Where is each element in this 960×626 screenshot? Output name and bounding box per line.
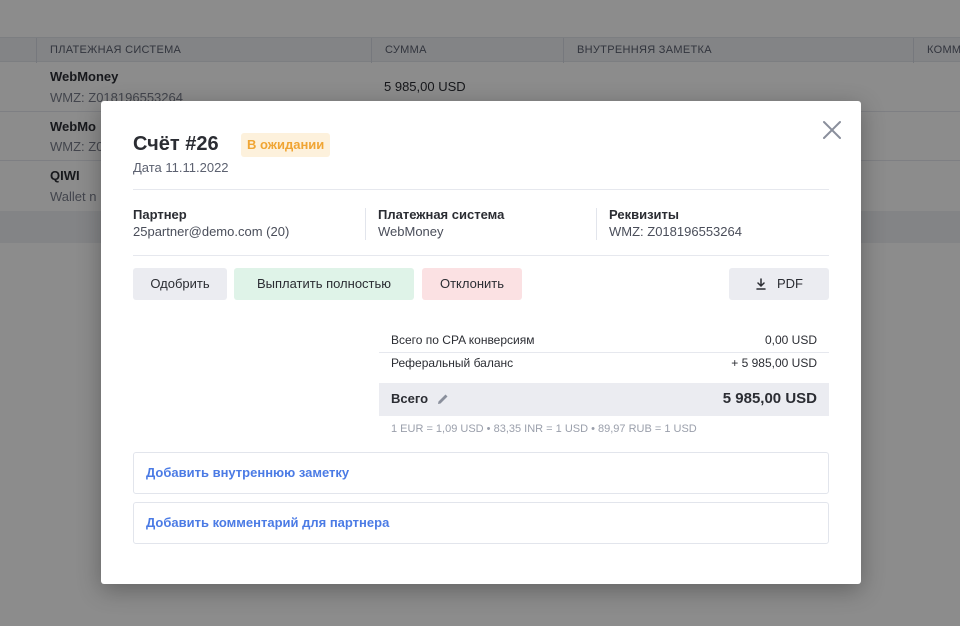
partner-label: Партнер: [133, 207, 187, 222]
summary-total-row: Всего 5 985,00 USD: [379, 383, 829, 416]
divider: [133, 255, 829, 256]
add-comment-box[interactable]: Добавить комментарий для партнера: [133, 502, 829, 544]
payment-system-info: Платежная система WebMoney: [378, 207, 504, 241]
total-value: 5 985,00 USD: [722, 390, 817, 407]
download-icon: [756, 278, 766, 290]
pdf-button[interactable]: PDF: [729, 268, 829, 300]
invoice-modal: Счёт #26 В ожидании Дата 11.11.2022 Парт…: [101, 101, 861, 584]
summary-cpa-row: Всего по CPA конверсиям 0,00 USD: [379, 333, 829, 353]
status-badge: В ожидании: [241, 133, 331, 157]
pay-full-button[interactable]: Выплатить полностью: [234, 268, 414, 300]
cpa-label: Всего по CPA конверсиям: [391, 333, 535, 347]
close-icon[interactable]: [821, 119, 843, 141]
approve-button[interactable]: Одобрить: [133, 268, 227, 300]
exchange-rates: 1 EUR = 1,09 USD • 83,35 INR = 1 USD • 8…: [391, 423, 697, 435]
ref-value: + 5 985,00 USD: [731, 356, 817, 370]
add-comment-link[interactable]: Добавить комментарий для партнера: [146, 515, 389, 530]
payment-system-value: WebMoney: [378, 224, 444, 239]
invoice-title: Счёт #26: [133, 133, 219, 155]
ref-label: Реферальный баланс: [391, 356, 514, 370]
divider: [133, 189, 829, 190]
requisites-label: Реквизиты: [609, 207, 679, 222]
divider: [365, 208, 366, 240]
divider: [596, 208, 597, 240]
add-note-box[interactable]: Добавить внутреннюю заметку: [133, 452, 829, 494]
add-note-link[interactable]: Добавить внутреннюю заметку: [146, 465, 349, 480]
requisites-info: Реквизиты WMZ: Z018196553264: [609, 207, 742, 241]
payment-system-label: Платежная система: [378, 207, 505, 222]
total-label: Всего: [391, 391, 429, 406]
reject-button[interactable]: Отклонить: [422, 268, 522, 300]
invoice-date: Дата 11.11.2022: [133, 160, 229, 175]
requisites-value: WMZ: Z018196553264: [609, 224, 742, 239]
pencil-icon[interactable]: [436, 392, 450, 406]
cpa-value: 0,00 USD: [764, 333, 817, 347]
pdf-label: PDF: [777, 276, 803, 291]
partner-value: 25partner@demo.com (20): [133, 224, 290, 239]
partner-info: Партнер 25partner@demo.com (20): [133, 207, 289, 241]
summary-ref-row: Реферальный баланс + 5 985,00 USD: [379, 356, 829, 376]
